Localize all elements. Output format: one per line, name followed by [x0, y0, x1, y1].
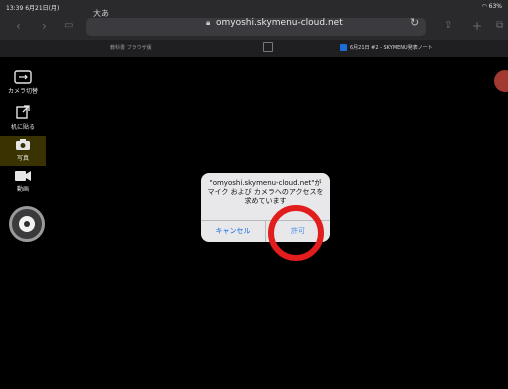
- skymenu-favicon-icon: [340, 44, 347, 51]
- forward-icon[interactable]: ›: [42, 20, 47, 32]
- cancel-button[interactable]: キャンセル: [201, 220, 265, 242]
- video-icon: [15, 171, 31, 181]
- tab-textbook[interactable]: 教科書 ブラウザ版: [110, 42, 152, 55]
- sidebar-item-label: 机に貼る: [10, 124, 35, 131]
- sidebar-toggle-icon[interactable]: ▭: [64, 20, 73, 32]
- battery-percent: 63%: [488, 3, 502, 10]
- sidebar-item-board-paste[interactable]: 机に貼る: [0, 104, 46, 131]
- tabs-overview-icon[interactable]: ⧉: [496, 20, 503, 32]
- reload-icon[interactable]: ↻: [410, 16, 419, 29]
- camera-icon: [16, 139, 30, 150]
- camera-sidebar: カメラ切替 机に貼る 写真 動画: [0, 60, 46, 389]
- board-paste-icon: [16, 105, 30, 119]
- sidebar-item-photo[interactable]: 写真: [0, 136, 46, 166]
- shutter-camera-icon: [19, 216, 35, 232]
- close-icon[interactable]: [494, 70, 508, 92]
- reader-mode-button[interactable]: 大あ: [93, 8, 109, 19]
- back-icon[interactable]: ‹: [16, 20, 21, 32]
- new-tab-icon[interactable]: +: [472, 20, 482, 32]
- url-text[interactable]: omyoshi.skymenu-cloud.net: [216, 18, 343, 28]
- shutter-button[interactable]: [9, 206, 45, 242]
- tab-close-icon[interactable]: [263, 42, 273, 52]
- sidebar-item-label: 動画: [16, 186, 29, 193]
- dialog-message: "omyoshi.skymenu-cloud.net"がマイク および カメラへ…: [207, 179, 324, 205]
- status-time: 13:39 6月21日(月): [6, 5, 60, 12]
- sidebar-item-camera-switch[interactable]: カメラ切替: [0, 68, 46, 95]
- wifi-icon: ◠: [481, 3, 489, 10]
- lock-icon: 🔒︎: [206, 18, 211, 27]
- sidebar-item-label: 写真: [16, 155, 29, 162]
- tab-bar: 教科書 ブラウザ版 6月21日 #2 - SKYMENU発表ノート: [0, 40, 508, 57]
- status-bar: 13:39 6月21日(月) ◠ 63%: [0, 0, 508, 14]
- battery-indicator: ◠ 63%: [482, 3, 503, 10]
- tab-label: 6月21日 #2 - SKYMENU発表ノート: [350, 45, 433, 51]
- sidebar-item-label: カメラ切替: [7, 88, 38, 95]
- share-icon[interactable]: ⇪: [444, 20, 452, 32]
- highlight-circle: [268, 205, 324, 261]
- tab-skymenu-note[interactable]: 6月21日 #2 - SKYMENU発表ノート: [340, 42, 433, 55]
- camera-switch-icon: [14, 70, 32, 84]
- tab-label: 教科書 ブラウザ版: [110, 45, 152, 51]
- sidebar-item-video[interactable]: 動画: [0, 170, 46, 193]
